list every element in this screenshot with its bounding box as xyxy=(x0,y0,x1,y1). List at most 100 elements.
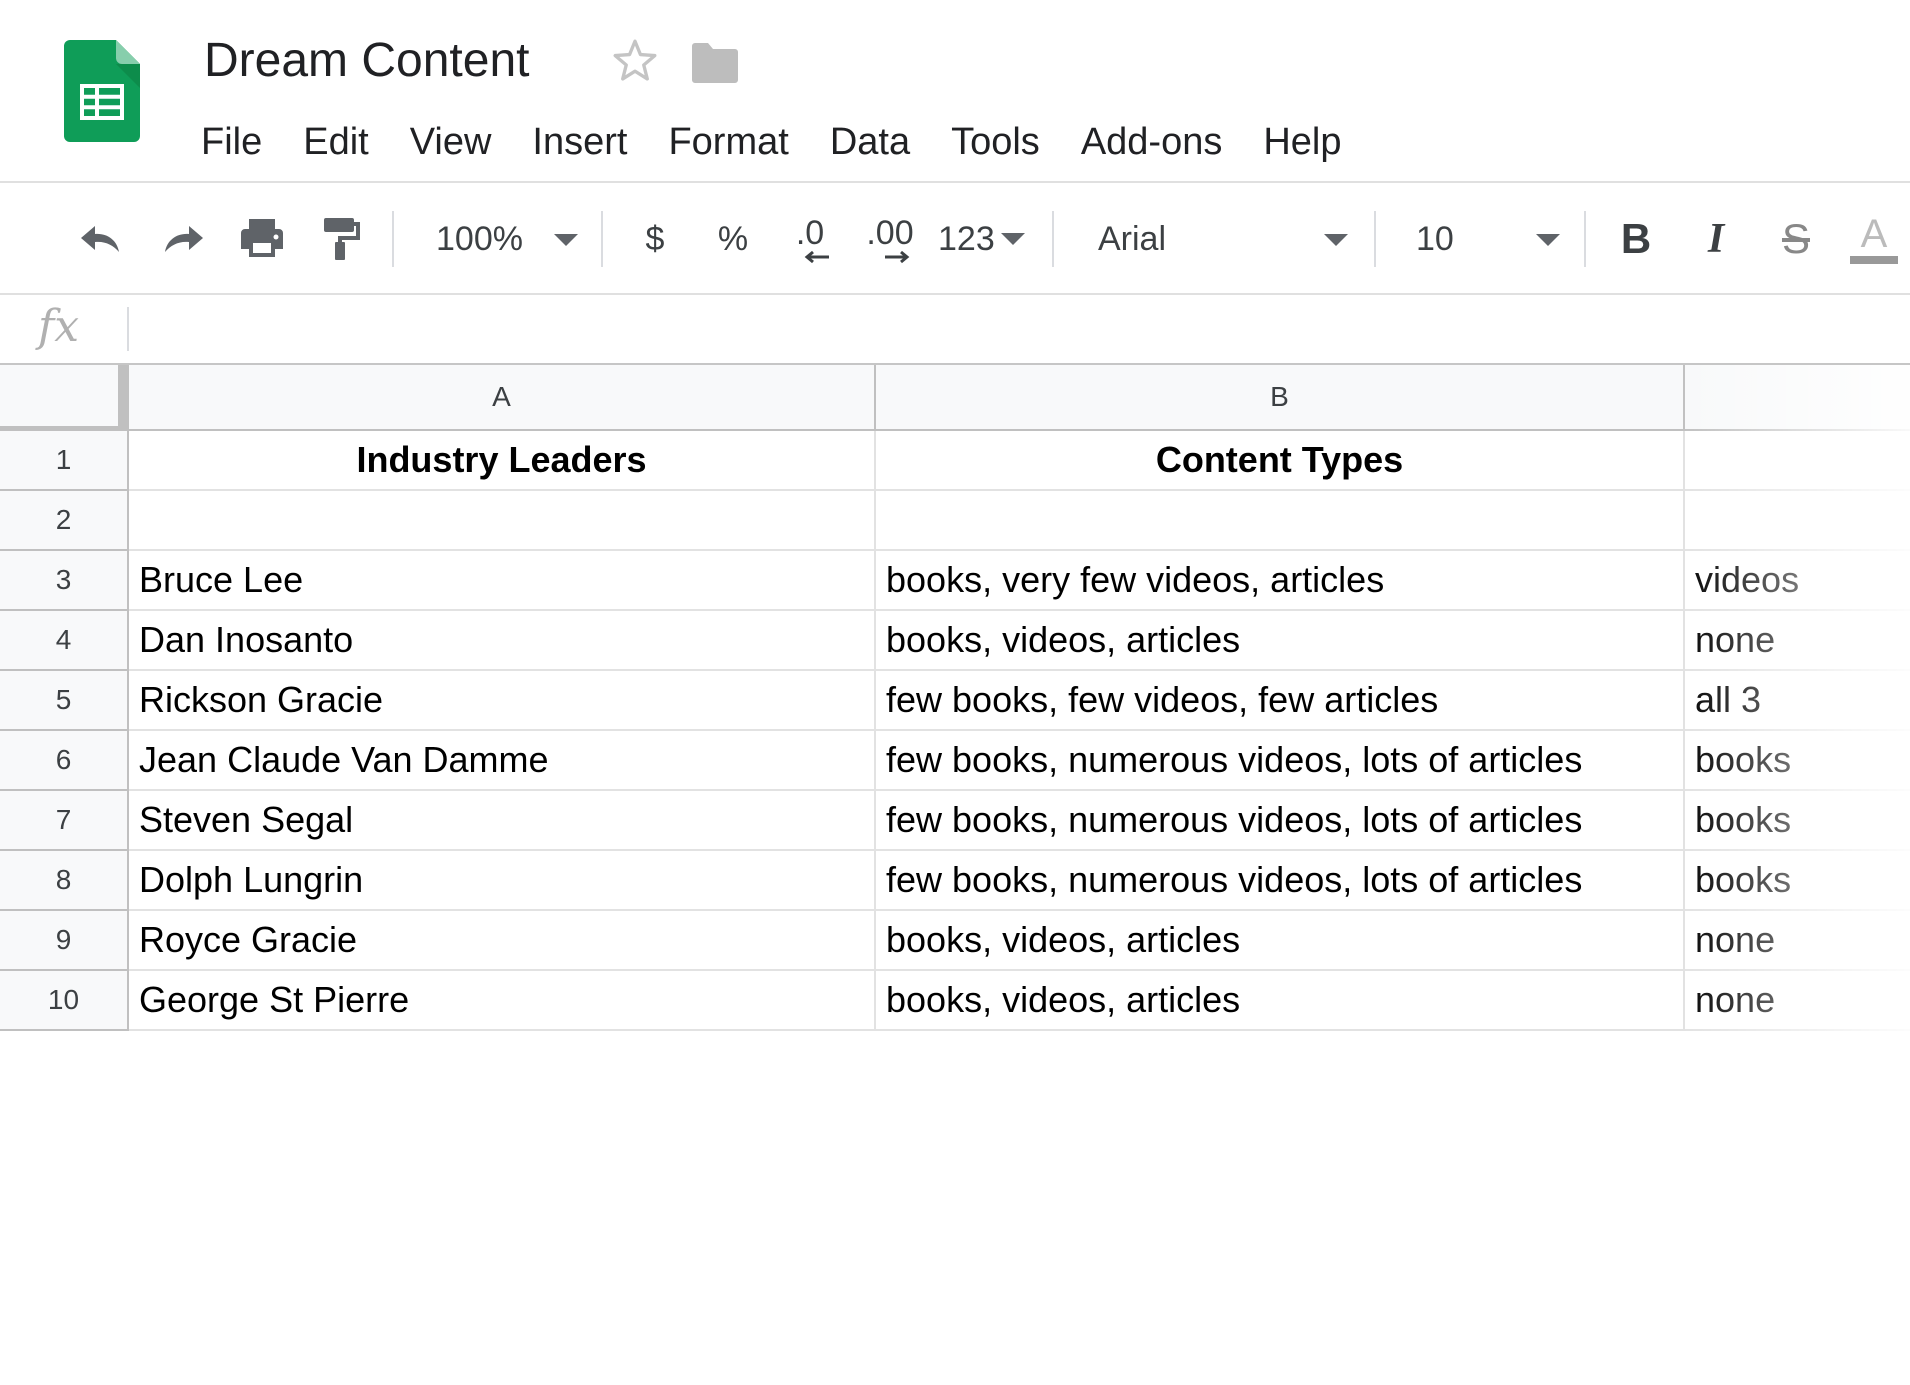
cell-a[interactable]: Dolph Lungrin xyxy=(129,851,876,911)
cell-b[interactable]: books, videos, articles xyxy=(876,611,1685,671)
toolbar: 100% $ % .0 .00 123 Arial 10 B I S A xyxy=(0,183,1910,293)
redo-button[interactable] xyxy=(152,211,212,267)
row-header[interactable]: 10 xyxy=(0,971,129,1031)
cell-b[interactable]: few books, numerous videos, lots of arti… xyxy=(876,791,1685,851)
cell-c[interactable]: books xyxy=(1685,851,1910,911)
folder-icon[interactable] xyxy=(690,42,740,84)
more-formats-button[interactable]: 123 xyxy=(938,209,1030,269)
table-row: 5 Rickson Gracie few books, few videos, fe… xyxy=(0,671,1910,731)
table-row: 10 George St Pierre books, videos, article… xyxy=(0,971,1910,1031)
menu-bar: File Edit View Insert Format Data Tools … xyxy=(201,116,1383,168)
zoom-select[interactable]: 100% xyxy=(420,209,580,269)
cell-c[interactable]: none xyxy=(1685,971,1910,1031)
cell-c[interactable] xyxy=(1685,431,1910,491)
row-header[interactable]: 9 xyxy=(0,911,129,971)
column-header-a[interactable]: A xyxy=(129,365,876,431)
undo-button[interactable] xyxy=(72,211,132,267)
font-size-dropdown-icon xyxy=(1536,234,1560,246)
cell-b[interactable]: books, videos, articles xyxy=(876,971,1685,1031)
cell-a[interactable]: Jean Claude Van Damme xyxy=(129,731,876,791)
star-icon[interactable] xyxy=(610,36,660,86)
column-header-b[interactable]: B xyxy=(876,365,1685,431)
row-header[interactable]: 3 xyxy=(0,551,129,611)
increase-decimal-button[interactable]: .00 xyxy=(858,205,922,275)
font-family-select[interactable]: Arial xyxy=(1080,209,1350,269)
text-color-button[interactable]: A xyxy=(1846,205,1902,271)
menu-insert[interactable]: Insert xyxy=(532,116,627,168)
bold-label: B xyxy=(1620,215,1652,262)
toolbar-separator xyxy=(392,211,394,267)
font-family-value: Arial xyxy=(1098,219,1167,258)
row-header[interactable]: 7 xyxy=(0,791,129,851)
cell-b[interactable]: books, very few videos, articles xyxy=(876,551,1685,611)
paint-format-button[interactable] xyxy=(312,209,368,269)
zoom-dropdown-icon xyxy=(554,234,578,246)
italic-button[interactable]: I xyxy=(1688,209,1744,269)
row-header[interactable]: 2 xyxy=(0,491,129,551)
bold-button[interactable]: B xyxy=(1608,209,1664,269)
cell-b[interactable]: Content Types xyxy=(876,431,1685,491)
print-icon xyxy=(241,219,283,257)
table-row: 7 Steven Segal few books, numerous videos,… xyxy=(0,791,1910,851)
fx-icon: fx xyxy=(38,301,80,352)
row-header[interactable]: 4 xyxy=(0,611,129,671)
zoom-value: 100% xyxy=(436,219,523,258)
font-size-select[interactable]: 10 xyxy=(1400,209,1560,269)
formula-input[interactable] xyxy=(140,303,1900,355)
row-header[interactable]: 1 xyxy=(0,431,129,491)
redo-icon xyxy=(165,226,203,252)
document-title[interactable]: Dream Content xyxy=(204,30,529,92)
font-size-value: 10 xyxy=(1416,219,1454,258)
cell-b[interactable]: few books, numerous videos, lots of arti… xyxy=(876,731,1685,791)
toolbar-separator xyxy=(1584,211,1586,267)
menu-edit[interactable]: Edit xyxy=(303,116,368,168)
menu-view[interactable]: View xyxy=(410,116,492,168)
row-header[interactable]: 6 xyxy=(0,731,129,791)
cell-b[interactable]: few books, numerous videos, lots of arti… xyxy=(876,851,1685,911)
decrease-decimal-button[interactable]: .0 xyxy=(780,205,840,275)
percent-label: % xyxy=(717,219,749,258)
cell-a[interactable]: Dan Inosanto xyxy=(129,611,876,671)
cell-c[interactable] xyxy=(1685,491,1910,551)
menu-data[interactable]: Data xyxy=(830,116,910,168)
cell-c[interactable]: none xyxy=(1685,911,1910,971)
print-button[interactable] xyxy=(232,209,292,269)
text-color-swatch xyxy=(1850,256,1898,264)
percent-format-button[interactable]: % xyxy=(708,209,758,269)
cell-c[interactable]: none xyxy=(1685,611,1910,671)
strikethrough-button[interactable]: S xyxy=(1768,209,1824,269)
formula-separator xyxy=(127,307,129,351)
row-header[interactable]: 5 xyxy=(0,671,129,731)
cell-a[interactable]: Industry Leaders xyxy=(129,431,876,491)
increase-decimal-label: .00 xyxy=(866,214,914,252)
menu-file[interactable]: File xyxy=(201,116,262,168)
menu-help[interactable]: Help xyxy=(1263,116,1341,168)
cell-c[interactable]: all 3 xyxy=(1685,671,1910,731)
column-header-c[interactable] xyxy=(1685,365,1910,431)
menu-add-ons[interactable]: Add-ons xyxy=(1081,116,1223,168)
cell-a[interactable]: Bruce Lee xyxy=(129,551,876,611)
app-header: Dream Content File Edit View Insert Form… xyxy=(0,0,1910,182)
row-header[interactable]: 8 xyxy=(0,851,129,911)
sheets-logo-icon[interactable] xyxy=(64,40,140,142)
cell-b[interactable]: books, videos, articles xyxy=(876,911,1685,971)
cell-b[interactable] xyxy=(876,491,1685,551)
cell-b[interactable]: few books, few videos, few articles xyxy=(876,671,1685,731)
menu-format[interactable]: Format xyxy=(668,116,788,168)
table-row: 2 xyxy=(0,491,1910,551)
menu-tools[interactable]: Tools xyxy=(951,116,1040,168)
select-all-corner[interactable] xyxy=(0,365,129,437)
cell-a[interactable] xyxy=(129,491,876,551)
undo-icon xyxy=(81,226,119,252)
currency-format-button[interactable]: $ xyxy=(630,209,680,269)
cell-c[interactable]: books xyxy=(1685,731,1910,791)
toolbar-separator xyxy=(1052,211,1054,267)
cell-c[interactable]: books xyxy=(1685,791,1910,851)
cell-a[interactable]: Royce Gracie xyxy=(129,911,876,971)
cell-a[interactable]: George St Pierre xyxy=(129,971,876,1031)
cell-c[interactable]: videos xyxy=(1685,551,1910,611)
cell-a[interactable]: Rickson Gracie xyxy=(129,671,876,731)
formula-bar: fx xyxy=(0,295,1910,363)
arrow-right-icon xyxy=(885,250,910,264)
cell-a[interactable]: Steven Segal xyxy=(129,791,876,851)
